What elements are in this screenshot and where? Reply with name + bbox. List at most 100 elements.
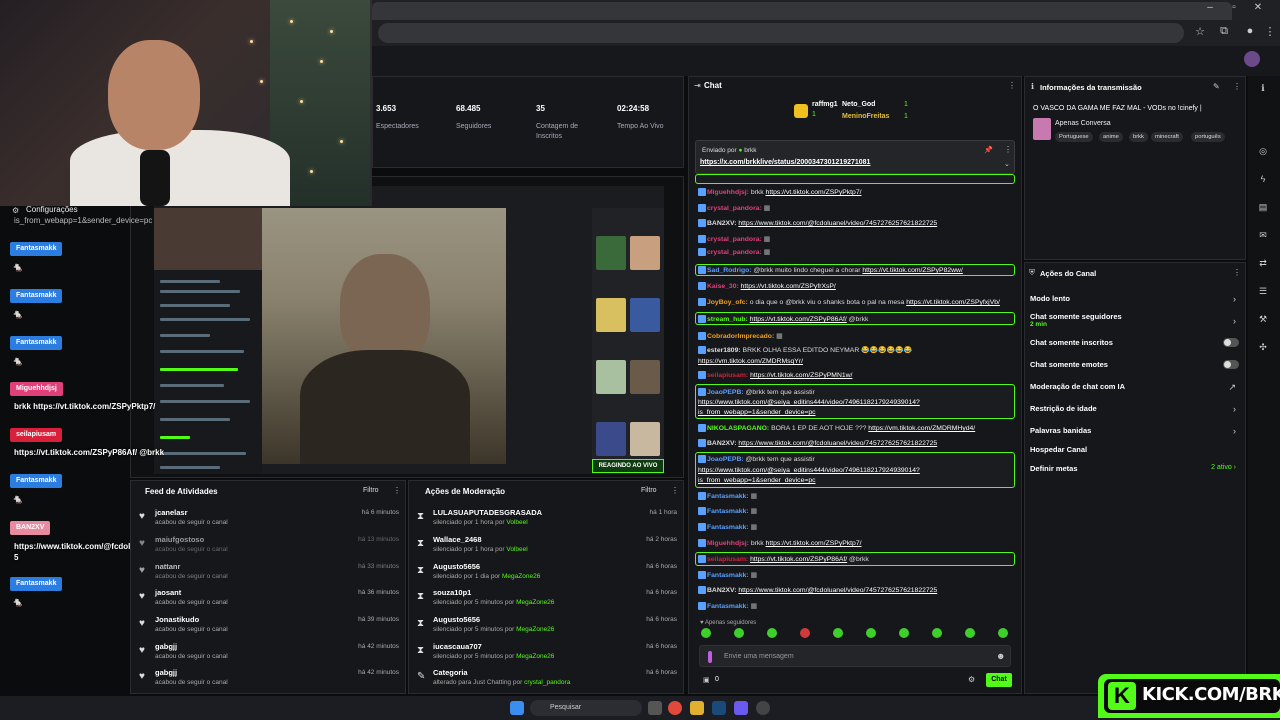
- chat-link[interactable]: https://vt.tiktok.com/ZSPyfrXsP/: [741, 283, 836, 290]
- action-emotes-only[interactable]: Chat somente emotes: [1030, 360, 1242, 369]
- browser-tab[interactable]: [372, 2, 1232, 20]
- emote-icon[interactable]: [734, 628, 744, 638]
- chat-bubble-icon[interactable]: ✉: [1256, 230, 1270, 244]
- chat-link[interactable]: https://www.tiktok.com/@seiya_editins444…: [698, 467, 920, 474]
- chat-username[interactable]: Fantasmakk:: [707, 508, 749, 515]
- emote-icon[interactable]: [965, 628, 975, 638]
- pinned-message[interactable]: Enviado por ● brkk https://x.com/brkkliv…: [695, 140, 1015, 174]
- obs-icon[interactable]: [756, 701, 770, 715]
- points-icon[interactable]: ▣: [703, 676, 710, 684]
- pin-icon[interactable]: 📌: [984, 146, 993, 154]
- chat-link[interactable]: https://vm.tiktok.com/ZMDRMHyd4/: [868, 425, 975, 432]
- chat-username[interactable]: Sad_Rodrigo:: [707, 267, 752, 274]
- chat-link[interactable]: is_from_webapp=1&sender_device=pc: [698, 477, 816, 484]
- minimize-button[interactable]: –: [1200, 2, 1220, 18]
- mod-filter-button[interactable]: Filtro: [641, 487, 657, 494]
- info-icon[interactable]: ℹ: [1256, 83, 1270, 97]
- chat-link[interactable]: https://vt.tiktok.com/ZSPyP86Af/: [750, 316, 847, 323]
- chat-username[interactable]: Kaise_30:: [707, 283, 739, 290]
- chat-username[interactable]: JoaoPEPB:: [707, 389, 744, 396]
- emote-icon[interactable]: [899, 628, 909, 638]
- chat-username[interactable]: CobradorImprecado:: [707, 333, 774, 340]
- pinned-link[interactable]: https://x.com/brkklive/status/2000347301…: [700, 159, 870, 166]
- emote-icon[interactable]: [701, 628, 711, 638]
- address-bar[interactable]: [378, 23, 1184, 43]
- action-age-restriction[interactable]: Restrição de idade ›: [1030, 404, 1242, 414]
- chat-username[interactable]: Fantasmakk:: [707, 524, 749, 531]
- menu-icon[interactable]: ⋮: [1262, 25, 1278, 41]
- discord-icon[interactable]: [734, 701, 748, 715]
- windows-start-icon[interactable]: [510, 701, 524, 715]
- profile-icon[interactable]: ●: [1242, 25, 1258, 41]
- chat-username[interactable]: JoaoPEPB:: [707, 456, 744, 463]
- chat-link[interactable]: https://www.tiktok.com/@seiya_editins444…: [698, 399, 920, 406]
- action-followers-only[interactable]: Chat somente seguidores 2 min ›: [1030, 312, 1242, 328]
- mod-menu-icon[interactable]: ⋮: [671, 486, 679, 495]
- puzzle-icon[interactable]: ✣: [1256, 342, 1270, 356]
- info-menu-icon[interactable]: ⋮: [1233, 82, 1241, 91]
- chat-link[interactable]: https://www.tiktok.com/@fcdoluanel/video…: [738, 440, 937, 447]
- chat-link[interactable]: https://vt.tiktok.com/ZSPyfxjVb/: [906, 299, 1000, 306]
- chat-link[interactable]: https://vt.tiktok.com/ZSPyP86Af/: [750, 556, 847, 563]
- chat-username[interactable]: stream_hub:: [707, 316, 748, 323]
- settings-label[interactable]: Configurações: [26, 205, 78, 214]
- maximize-button[interactable]: ▫: [1224, 2, 1244, 18]
- chat-link[interactable]: https://vm.tiktok.com/ZMDRMsqYr/: [698, 358, 803, 365]
- chat-username[interactable]: seilapiusam:: [707, 556, 748, 563]
- chat-username[interactable]: Fantasmakk:: [707, 493, 749, 500]
- chat-link[interactable]: is_from_webapp=1&sender_device=pc: [698, 409, 816, 416]
- bookmark-star-icon[interactable]: ☆: [1192, 25, 1208, 41]
- swap-icon[interactable]: ⇄: [1256, 258, 1270, 272]
- subscribers-only-toggle[interactable]: [1223, 338, 1239, 347]
- feed-filter-button[interactable]: Filtro: [363, 487, 379, 494]
- wrench-icon[interactable]: ⚒: [1256, 314, 1270, 328]
- chat-username[interactable]: Miguehhdjsj:: [707, 189, 749, 196]
- chrome-icon[interactable]: [668, 701, 682, 715]
- chat-link[interactable]: https://vt.tiktok.com/ZSPyPMN1w/: [750, 372, 852, 379]
- chat-link[interactable]: https://vt.tiktok.com/ZSPyPktp7/: [766, 540, 862, 547]
- emote-icon[interactable]: [833, 628, 843, 638]
- feed-menu-icon[interactable]: ⋮: [393, 486, 401, 495]
- chat-link[interactable]: https://www.tiktok.com/@fcdoluanel/video…: [738, 587, 937, 594]
- action-ai-moderation[interactable]: Moderação de chat com IA ↗: [1030, 382, 1242, 392]
- chat-collapse-icon[interactable]: ⇥: [694, 81, 701, 90]
- chat-username[interactable]: JoyBoy_ofc:: [707, 299, 748, 306]
- chat-menu-icon[interactable]: ⋮: [1008, 81, 1016, 90]
- emotes-only-toggle[interactable]: [1223, 360, 1239, 369]
- chat-settings-icon[interactable]: ⚙: [968, 675, 975, 684]
- emote-icon[interactable]: [767, 628, 777, 638]
- list-icon[interactable]: ☰: [1256, 286, 1270, 300]
- user-avatar[interactable]: [1244, 51, 1260, 67]
- gear-icon[interactable]: ⚙: [12, 206, 19, 215]
- action-slow-mode[interactable]: Modo lento ›: [1030, 294, 1242, 304]
- chat-username[interactable]: crystal_pandora:: [707, 249, 762, 256]
- chat-input[interactable]: Envie uma mensagem ☻: [699, 645, 1011, 667]
- action-banned-words[interactable]: Palavras banidas ›: [1030, 426, 1242, 436]
- action-subscribers-only[interactable]: Chat somente inscritos: [1030, 338, 1242, 347]
- close-window-button[interactable]: ✕: [1248, 2, 1268, 18]
- edit-icon[interactable]: ✎: [1213, 82, 1220, 91]
- folder-icon[interactable]: [690, 701, 704, 715]
- emote-icon[interactable]: [932, 628, 942, 638]
- action-host-channel[interactable]: Hospedar Canal: [1030, 445, 1242, 454]
- chevron-down-icon[interactable]: ⌄: [1004, 160, 1010, 168]
- chat-username[interactable]: crystal_pandora:: [707, 205, 762, 212]
- chat-username[interactable]: BAN2XV:: [707, 587, 736, 594]
- chat-username[interactable]: BAN2XV:: [707, 220, 736, 227]
- chat-username[interactable]: Fantasmakk:: [707, 572, 749, 579]
- actions-menu-icon[interactable]: ⋮: [1233, 268, 1241, 277]
- chat-link[interactable]: https://vt.tiktok.com/ZSPyP82ww/: [862, 267, 962, 274]
- emote-icon[interactable]: [800, 628, 810, 638]
- chat-link[interactable]: https://vt.tiktok.com/ZSPyPktp7/: [766, 189, 862, 196]
- chat-username[interactable]: crystal_pandora:: [707, 236, 762, 243]
- emoji-icon[interactable]: ☻: [996, 651, 1005, 661]
- target-icon[interactable]: ◎: [1256, 146, 1270, 160]
- chat-link[interactable]: https://www.tiktok.com/@fcdoluanel/video…: [738, 220, 937, 227]
- document-icon[interactable]: ▤: [1256, 202, 1270, 216]
- emote-icon[interactable]: [998, 628, 1008, 638]
- chat-username[interactable]: ester1809:: [707, 347, 741, 354]
- emote-icon[interactable]: [866, 628, 876, 638]
- steam-icon[interactable]: [712, 701, 726, 715]
- extensions-icon[interactable]: ⧉: [1216, 25, 1232, 41]
- action-set-goals[interactable]: Definir metas 2 ativo ›: [1030, 464, 1242, 473]
